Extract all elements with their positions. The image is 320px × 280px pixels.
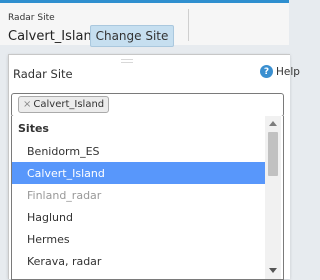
scroll-down-icon[interactable]: [269, 268, 277, 273]
chip-label: Calvert_Island: [33, 99, 105, 110]
scroll-up-icon[interactable]: [269, 121, 277, 126]
help-link[interactable]: ? Help: [260, 65, 300, 78]
site-option[interactable]: Lisbon_PT: [12, 272, 265, 280]
selected-site-chip: × Calvert_Island: [18, 96, 110, 113]
site-header: Radar Site Calvert_Island Change Site: [0, 3, 289, 47]
site-option[interactable]: Kerava, radar: [12, 250, 265, 272]
site-select-input[interactable]: × Calvert_Island: [11, 93, 284, 117]
site-dropdown-list: Sites Benidorm_ES Calvert_Island Finland…: [11, 116, 284, 280]
header-divider: [188, 9, 189, 41]
site-header-label: Radar Site: [8, 13, 55, 23]
site-option-disabled: Finland_radar: [27, 188, 102, 202]
site-option[interactable]: Benidorm_ES: [12, 140, 265, 162]
site-option-highlighted[interactable]: Calvert_Island: [12, 162, 265, 184]
site-option[interactable]: Haglund: [12, 206, 265, 228]
options-group-label: Sites: [18, 122, 49, 135]
change-site-button[interactable]: Change Site: [90, 25, 174, 47]
scrollbar-thumb[interactable]: [268, 132, 278, 176]
dialog-drag-handle[interactable]: [121, 59, 133, 63]
help-label: Help: [276, 65, 300, 78]
dropdown-scrollbar[interactable]: [265, 116, 281, 279]
chip-remove-icon[interactable]: ×: [23, 99, 31, 110]
dialog-title: Radar Site: [13, 67, 73, 81]
current-site-name: Calvert_Island: [8, 29, 100, 44]
site-option[interactable]: Hermes: [12, 228, 265, 250]
question-circle-icon: ?: [260, 65, 273, 78]
radar-site-dialog: Radar Site ? Help × Calvert_Island Sites…: [8, 54, 300, 280]
